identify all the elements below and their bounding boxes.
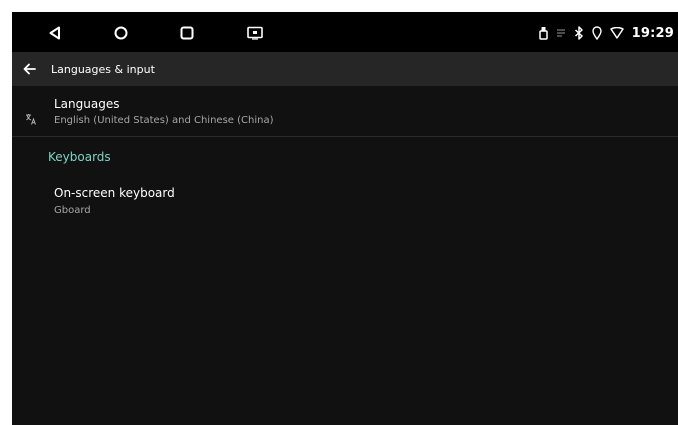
bluetooth-icon	[574, 26, 584, 40]
onscreen-keyboard-title: On-screen keyboard	[54, 186, 175, 200]
languages-summary: English (United States) and Chinese (Chi…	[54, 115, 274, 126]
languages-item[interactable]: Languages English (United States) and Ch…	[12, 88, 678, 136]
status-area: 19:29	[538, 24, 674, 42]
nav-home-button[interactable]	[112, 24, 130, 42]
wifi-icon	[609, 27, 624, 39]
recents-square-icon	[180, 26, 194, 40]
device-screen: 19:29 Languages & input Languages Englis…	[12, 12, 678, 425]
onscreen-keyboard-item[interactable]: On-screen keyboard Gboard	[12, 178, 678, 226]
app-bar: Languages & input	[12, 52, 678, 86]
nav-back-button[interactable]	[46, 24, 64, 42]
nav-recents-button[interactable]	[178, 24, 196, 42]
back-triangle-icon	[49, 26, 60, 40]
notification-icon	[556, 28, 566, 38]
location-icon	[591, 26, 602, 40]
system-bar: 19:29	[12, 12, 678, 52]
translate-icon	[26, 114, 36, 125]
usb-icon	[538, 26, 548, 40]
section-divider	[12, 136, 678, 137]
screen-icon	[247, 26, 263, 40]
home-circle-icon	[114, 26, 128, 40]
keyboards-category-header: Keyboards	[48, 150, 111, 164]
page-title: Languages & input	[51, 62, 155, 76]
languages-title: Languages	[54, 97, 120, 111]
nav-screen-button[interactable]	[246, 24, 264, 42]
up-button[interactable]	[22, 62, 36, 76]
onscreen-keyboard-summary: Gboard	[54, 205, 91, 216]
arrow-back-icon	[23, 63, 36, 75]
clock-time: 19:29	[631, 25, 674, 41]
